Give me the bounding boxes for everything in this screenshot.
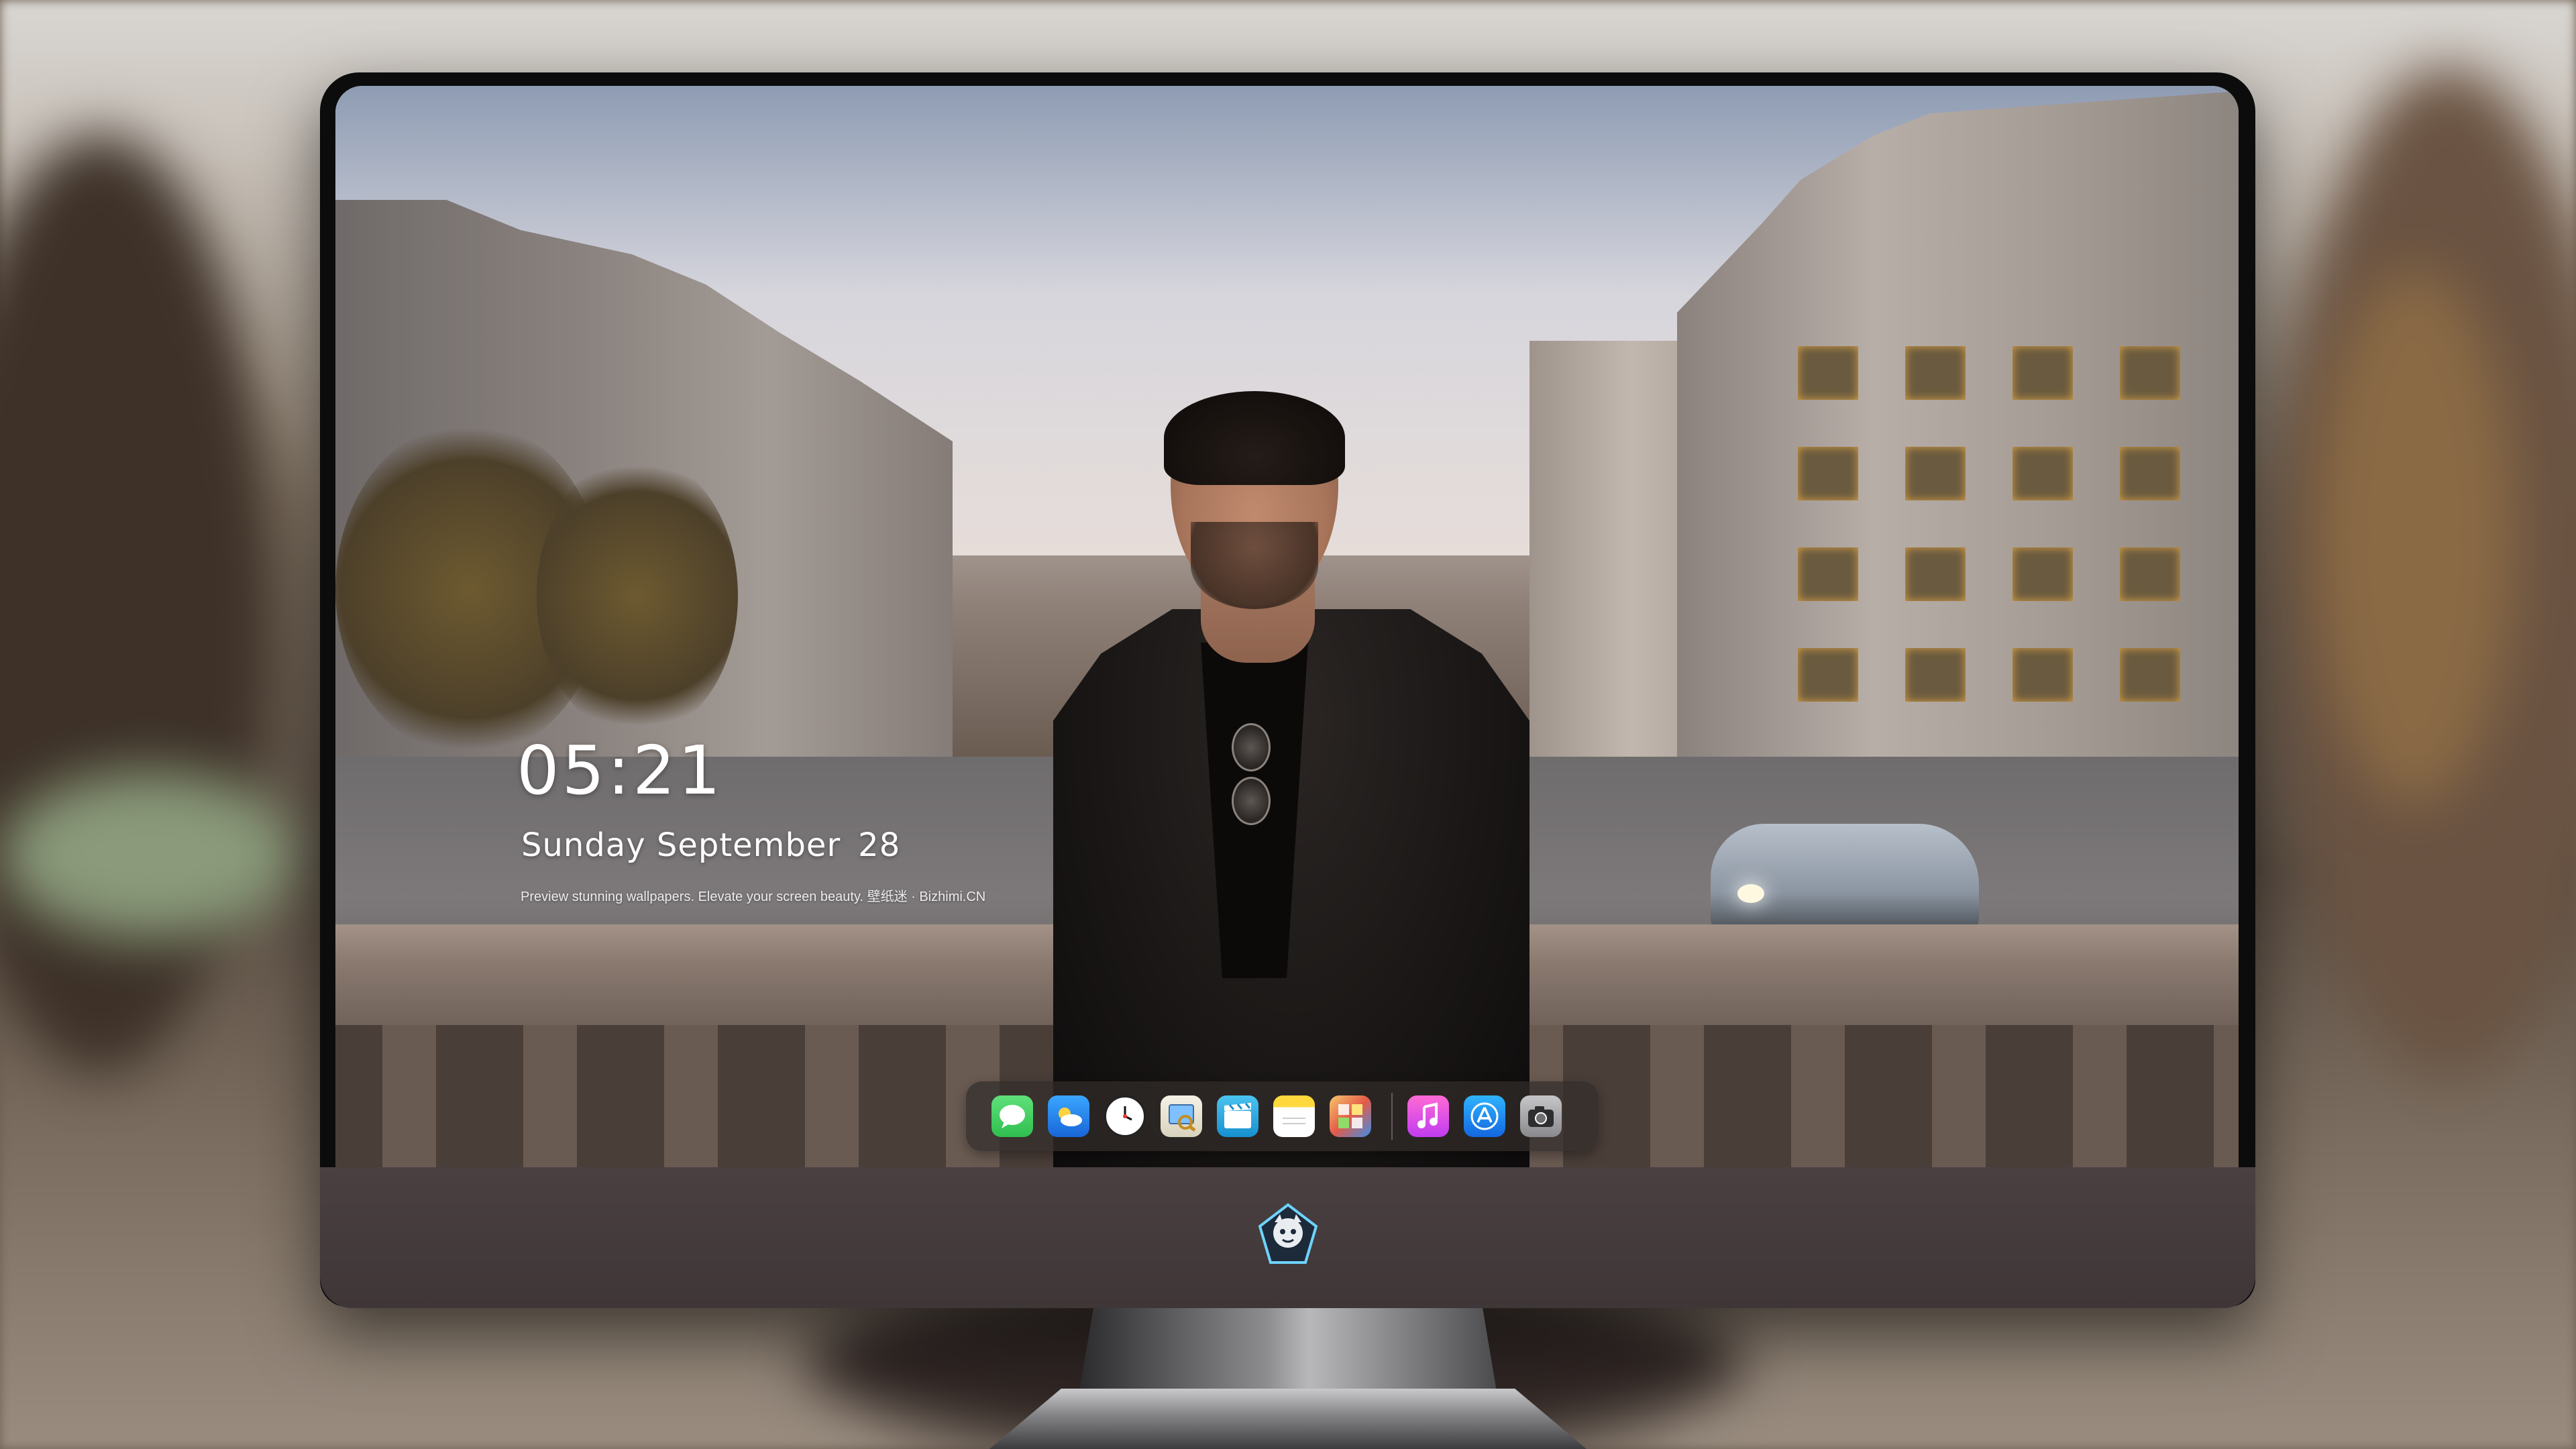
mascot-logo: [1254, 1201, 1322, 1268]
music-icon[interactable]: [1407, 1095, 1449, 1137]
wallpaper-car: [1711, 824, 1979, 938]
mascot-logo-icon: [1258, 1203, 1318, 1264]
lockscreen-clock: 05:21: [517, 731, 724, 810]
preview-icon[interactable]: [1161, 1095, 1202, 1137]
photo-booth-icon[interactable]: [1330, 1095, 1371, 1137]
weather-icon[interactable]: [1048, 1095, 1089, 1137]
dock: [966, 1081, 1598, 1151]
messages-icon[interactable]: [991, 1095, 1033, 1137]
app-store-icon[interactable]: [1464, 1095, 1505, 1137]
clock-icon[interactable]: [1104, 1095, 1146, 1137]
lock-screen[interactable]: [335, 86, 2239, 1167]
camera-icon[interactable]: [1520, 1095, 1562, 1137]
wallpaper-sunglasses: [1221, 723, 1281, 844]
wallpaper-person-beard: [1191, 522, 1318, 609]
lockscreen-weekday-month: Sunday September: [521, 826, 841, 864]
clips-icon[interactable]: [1217, 1095, 1258, 1137]
lockscreen-date: Sunday September 28: [521, 826, 900, 864]
dock-separator: [1391, 1093, 1393, 1140]
lockscreen-tagline: Preview stunning wallpapers. Elevate you…: [521, 890, 986, 904]
monitor-stand-base: [989, 1389, 1587, 1449]
wallpaper-tree: [537, 455, 738, 737]
notes-icon[interactable]: [1273, 1095, 1315, 1137]
lockscreen-day: 28: [858, 826, 901, 864]
wallpaper-person-hair: [1164, 391, 1345, 485]
